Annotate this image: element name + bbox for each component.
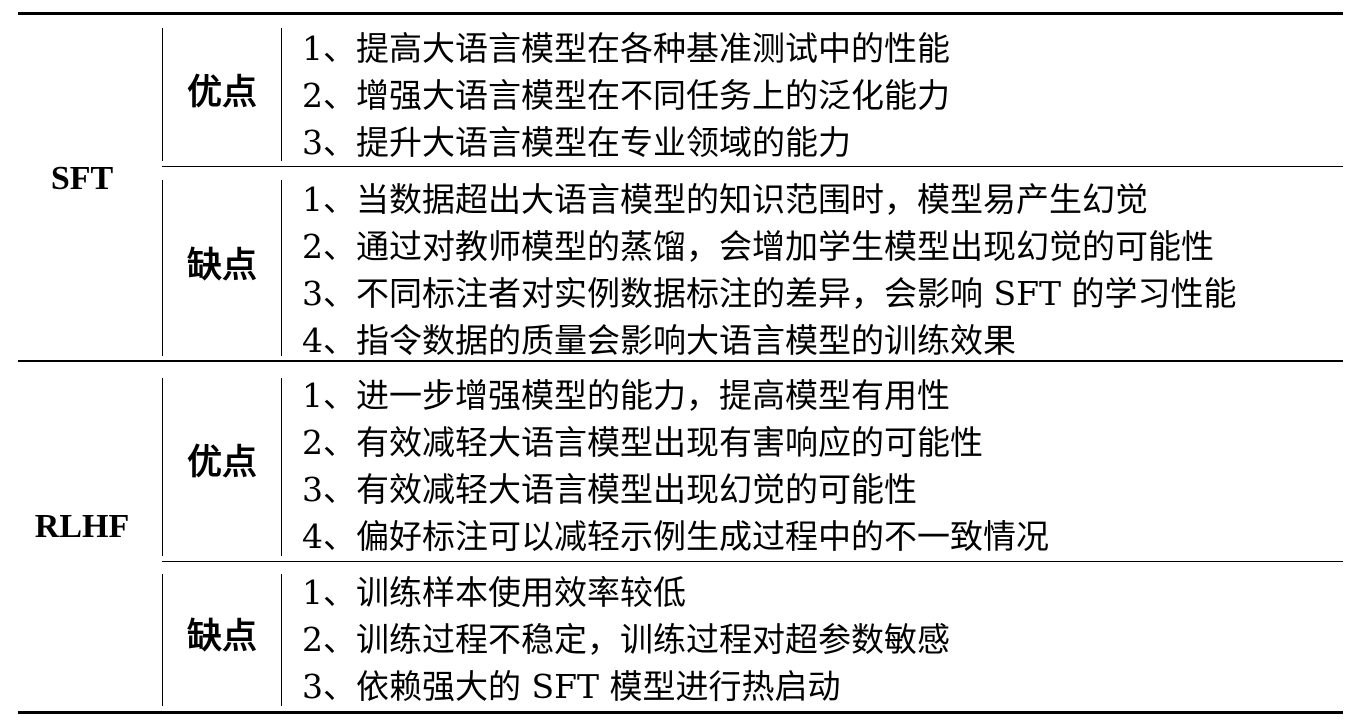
list-item: 1、进一步增强模型的能力，提高模型有用性 <box>302 376 950 415</box>
column-divider <box>281 378 282 556</box>
column-divider <box>162 574 163 706</box>
section-label-rlhf: RLHF <box>34 508 130 545</box>
cons-list: 1、当数据超出大语言模型的知识范围时，模型易产生幻觉 2、通过对教师模型的蒸馏，… <box>302 176 1237 364</box>
column-divider <box>162 378 163 556</box>
list-item: 1、提高大语言模型在各种基准测试中的性能 <box>302 29 950 68</box>
pros-list: 1、提高大语言模型在各种基准测试中的性能 2、增强大语言模型在不同任务上的泛化能… <box>302 25 950 166</box>
list-item: 3、不同标注者对实例数据标注的差异，会影响 SFT 的学习性能 <box>302 274 1237 313</box>
pros-label: 优点 <box>186 72 257 113</box>
column-divider <box>281 180 282 356</box>
pros-label: 优点 <box>186 442 257 483</box>
list-item: 2、增强大语言模型在不同任务上的泛化能力 <box>302 76 950 115</box>
cons-label: 缺点 <box>186 245 257 286</box>
section-label-sft: SFT <box>50 160 114 197</box>
column-divider <box>162 28 163 161</box>
list-item: 4、指令数据的质量会影响大语言模型的训练效果 <box>302 321 1016 360</box>
column-divider <box>281 28 282 161</box>
column-divider <box>281 574 282 706</box>
list-item: 1、当数据超出大语言模型的知识范围时，模型易产生幻觉 <box>302 180 1148 219</box>
list-item: 2、有效减轻大语言模型出现有害响应的可能性 <box>302 423 983 462</box>
list-item: 2、训练过程不稳定，训练过程对超参数敏感 <box>302 620 950 659</box>
list-item: 1、训练样本使用效率较低 <box>302 573 686 612</box>
top-rule <box>18 12 1343 15</box>
group-divider <box>162 561 1343 562</box>
bottom-rule <box>18 711 1343 714</box>
list-item: 4、偏好标注可以减轻示例生成过程中的不一致情况 <box>302 517 1049 556</box>
list-item: 3、提升大语言模型在专业领域的能力 <box>302 123 851 162</box>
column-divider <box>162 180 163 356</box>
group-divider <box>162 166 1343 167</box>
list-item: 3、依赖强大的 SFT 模型进行热启动 <box>302 667 841 706</box>
list-item: 3、有效减轻大语言模型出现幻觉的可能性 <box>302 470 917 509</box>
pros-list: 1、进一步增强模型的能力，提高模型有用性 2、有效减轻大语言模型出现有害响应的可… <box>302 372 1049 560</box>
list-item: 2、通过对教师模型的蒸馏，会增加学生模型出现幻觉的可能性 <box>302 227 1214 266</box>
cons-list: 1、训练样本使用效率较低 2、训练过程不稳定，训练过程对超参数敏感 3、依赖强大… <box>302 569 950 710</box>
cons-label: 缺点 <box>186 616 257 657</box>
